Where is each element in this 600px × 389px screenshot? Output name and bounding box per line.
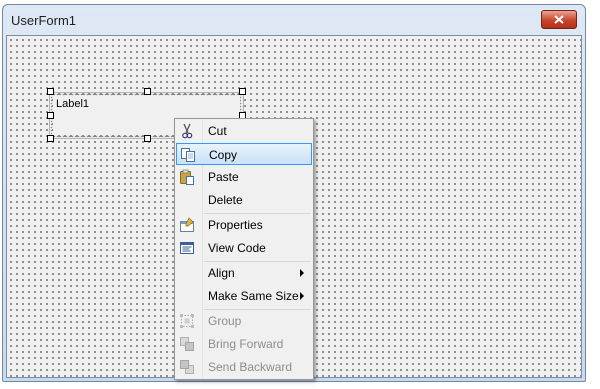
close-button[interactable]	[541, 10, 577, 29]
group-icon	[180, 314, 194, 328]
menu-item-label: Paste	[208, 170, 239, 184]
close-icon	[554, 15, 564, 24]
window-title: UserForm1	[11, 13, 77, 28]
code-window-icon	[180, 242, 194, 254]
menu-item-label: Bring Forward	[208, 337, 284, 351]
menu-item-label: Copy	[209, 148, 238, 162]
copy-icon	[181, 148, 195, 162]
menu-item-label: Delete	[208, 193, 243, 207]
bring-forward-icon	[180, 337, 194, 351]
menu-item-properties[interactable]: Properties	[176, 214, 312, 236]
submenu-arrow-icon	[300, 292, 304, 300]
menu-item-label: Make Same Size	[208, 289, 299, 303]
resize-handle[interactable]	[144, 88, 151, 95]
menu-item-make-same-size[interactable]: Make Same Size	[176, 285, 312, 307]
menu-item-label: Send Backward	[208, 360, 293, 374]
menu-item-label: Group	[208, 314, 242, 328]
context-menu: Cut Copy Paste Delete Properties View Co…	[174, 118, 314, 380]
scissors-icon	[182, 123, 193, 139]
send-backward-icon	[180, 360, 194, 374]
submenu-arrow-icon	[300, 269, 304, 277]
menu-item-label: View Code	[208, 241, 266, 255]
menu-item-label: Properties	[208, 218, 263, 232]
menu-item-view-code[interactable]: View Code	[176, 237, 312, 259]
menu-item-paste[interactable]: Paste	[176, 166, 312, 188]
resize-handle[interactable]	[239, 88, 246, 95]
menu-item-label: Cut	[208, 124, 227, 138]
menu-item-group[interactable]: Group	[176, 310, 312, 332]
resize-handle[interactable]	[47, 88, 54, 95]
menu-item-cut[interactable]: Cut	[176, 120, 312, 142]
menu-item-send-backward[interactable]: Send Backward	[176, 356, 312, 378]
resize-handle[interactable]	[47, 112, 54, 119]
menu-item-align[interactable]: Align	[176, 262, 312, 284]
properties-icon	[180, 217, 194, 232]
resize-handle[interactable]	[47, 135, 54, 142]
paste-icon	[180, 169, 194, 185]
label-caption: Label1	[56, 98, 90, 110]
resize-handle[interactable]	[144, 135, 151, 142]
title-bar[interactable]: UserForm1	[3, 5, 585, 33]
menu-item-bring-forward[interactable]: Bring Forward	[176, 333, 312, 355]
menu-item-copy[interactable]: Copy	[176, 143, 312, 165]
menu-item-label: Align	[208, 266, 235, 280]
menu-item-delete[interactable]: Delete	[176, 189, 312, 211]
